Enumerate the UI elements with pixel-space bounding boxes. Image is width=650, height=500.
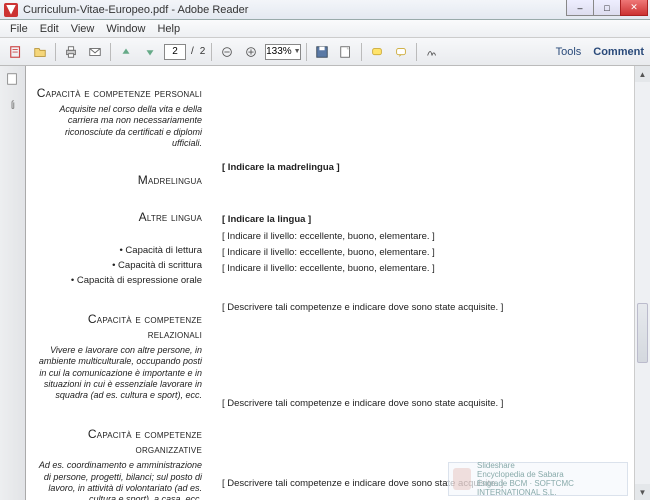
zoom-in-icon[interactable] [240,42,262,62]
document-viewport[interactable]: Capacità e competenze personali Acquisit… [26,66,650,500]
zoom-level-input[interactable]: 133%▼ [265,44,301,60]
chevron-down-icon: ▼ [294,45,301,59]
maximize-button[interactable]: □ [593,0,621,16]
toolbar-separator [110,43,111,61]
section-title: Capacità e competenze personali [34,86,202,101]
field-value: [ Indicare la lingua ] [222,214,632,226]
attachments-icon[interactable] [5,98,21,114]
close-button[interactable]: ✕ [620,0,648,16]
page-up-icon[interactable] [115,42,137,62]
page-sep: / [191,46,194,57]
toolbar: 2 / 2 133%▼ Tools Comment [0,38,650,66]
field-value: [ Indicare il livello: eccellente, buono… [222,231,632,243]
watermark-icon [453,468,471,490]
zoom-value: 133% [266,45,292,59]
titlebar: Curriculum-Vitae-Europeo.pdf - Adobe Rea… [0,0,650,20]
right-column: [ Indicare la madrelingua ] [ Indicare l… [212,80,632,486]
field-value: [ Descrivere tali competenze e indicare … [222,398,632,410]
highlight-icon[interactable] [366,42,388,62]
toolbar-separator [55,43,56,61]
menu-file[interactable]: File [4,23,34,35]
left-column: Capacità e competenze personali Acquisit… [34,80,212,486]
menu-window[interactable]: Window [100,23,151,35]
bullet-item: • Capacità di scrittura [34,260,202,271]
section-desc: Ad es. coordinamento e amministrazione d… [34,460,202,500]
pdf-page: Capacità e competenze personali Acquisit… [26,66,650,500]
convert-icon[interactable] [335,42,357,62]
save-icon[interactable] [311,42,333,62]
email-icon[interactable] [84,42,106,62]
watermark-line: Engrade BCM · SOFTCMC INTERNATIONAL S.L. [477,479,623,497]
section-desc: Vivere e lavorare con altre persone, in … [34,345,202,401]
scroll-track[interactable] [635,82,650,484]
toolbar-separator [416,43,417,61]
field-value: [ Indicare la madrelingua ] [222,162,632,174]
field-value: [ Indicare il livello: eccellente, buono… [222,263,632,275]
section-title: Capacità e competenze organizzative [34,427,202,457]
bullet-item: • Capacità di lettura [34,245,202,256]
bullet-item: • Capacità di espressione orale [34,275,202,286]
page-down-icon[interactable] [139,42,161,62]
comment-icon[interactable] [390,42,412,62]
scroll-thumb[interactable] [637,303,648,363]
section-title: Madrelingua [34,173,202,188]
section-desc: Acquisite nel corso della vita e della c… [34,104,202,149]
open-icon[interactable] [29,42,51,62]
watermark-line: Encyclopedia de Sabara [477,470,623,479]
scroll-down-icon[interactable]: ▼ [635,484,650,500]
comment-link[interactable]: Comment [593,46,644,58]
scroll-up-icon[interactable]: ▲ [635,66,650,82]
workarea: Capacità e competenze personali Acquisit… [0,66,650,500]
watermark-line: Slideshare [477,461,623,470]
scrollbar[interactable]: ▲ ▼ [634,66,650,500]
minimize-button[interactable]: – [566,0,594,16]
tools-link[interactable]: Tools [556,46,582,58]
page-number-input[interactable]: 2 [164,44,186,60]
field-value: [ Descrivere tali competenze e indicare … [222,302,632,314]
window-title: Curriculum-Vitae-Europeo.pdf - Adobe Rea… [23,4,248,16]
app-icon [4,3,18,17]
section-title: Altre lingua [34,210,202,225]
sidebar [0,66,26,500]
sign-icon[interactable] [421,42,443,62]
menu-help[interactable]: Help [151,23,186,35]
watermark-overlay: Slideshare Encyclopedia de Sabara Engrad… [448,462,628,496]
menu-edit[interactable]: Edit [34,23,65,35]
page-total: 2 [200,46,206,57]
thumbnails-icon[interactable] [5,72,21,88]
field-value: [ Indicare il livello: eccellente, buono… [222,247,632,259]
menu-bar: File Edit View Window Help [0,20,650,38]
toolbar-separator [361,43,362,61]
print-icon[interactable] [60,42,82,62]
toolbar-right: Tools Comment [556,46,644,58]
menu-view[interactable]: View [65,23,101,35]
window-buttons: – □ ✕ [567,0,648,16]
toolbar-separator [306,43,307,61]
section-title: Capacità e competenze relazionali [34,312,202,342]
zoom-out-icon[interactable] [216,42,238,62]
toolbar-separator [211,43,212,61]
export-pdf-icon[interactable] [5,42,27,62]
